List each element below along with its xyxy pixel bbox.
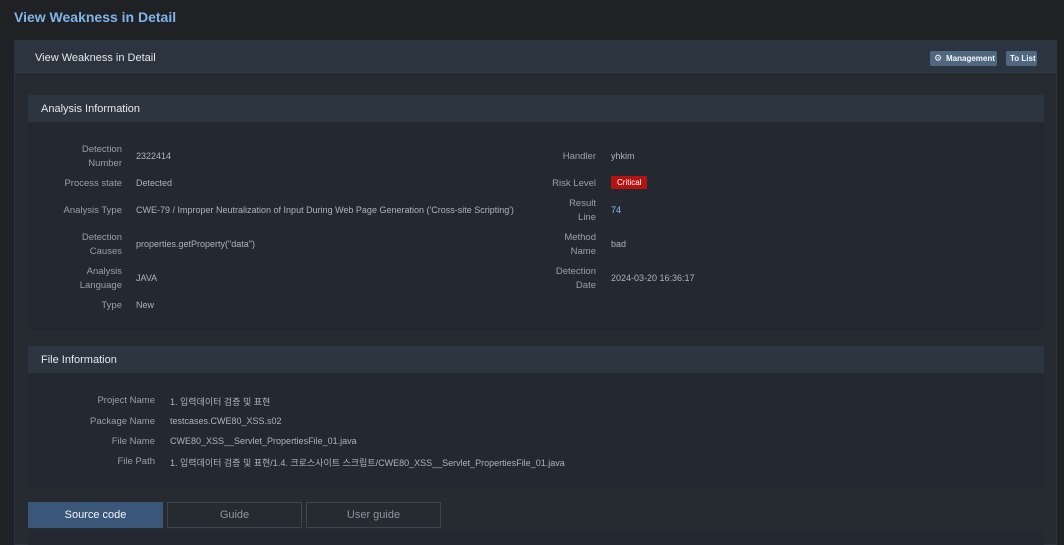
detection-date-value: 2024-03-20 16:36:17	[611, 273, 695, 283]
type-value: New	[136, 300, 155, 310]
detection-number-value: 2322414	[136, 151, 172, 161]
management-button[interactable]: ⚙ Management	[930, 51, 997, 66]
tab-user-guide[interactable]: User guide	[306, 502, 441, 528]
handler-value: yhkim	[611, 151, 635, 161]
label-line: Result	[569, 198, 596, 209]
method-name-value: bad	[611, 239, 627, 249]
label-line: Line	[578, 211, 596, 223]
page-title: View Weakness in Detail	[14, 9, 177, 25]
file-name-value: CWE80_XSS__Servlet_PropertiesFile_01.jav…	[170, 436, 357, 446]
tab-source-code[interactable]: Source code	[28, 502, 163, 528]
tab-content-area	[28, 531, 1044, 545]
detection-causes-label: Detection Causes	[48, 231, 122, 258]
analysis-language-value: JAVA	[136, 273, 158, 283]
management-label: Management	[946, 54, 995, 63]
package-name-label: Package Name	[90, 416, 155, 427]
detection-date-label: Detection Date	[508, 265, 596, 292]
label-line: Language	[79, 279, 122, 291]
weakness-detail-panel: View Weakness in Detail ⚙ Management To L…	[14, 40, 1057, 545]
label-line: Name	[570, 245, 596, 257]
type-label: Type	[101, 300, 122, 311]
panel-title: View Weakness in Detail	[35, 52, 156, 64]
package-name-value: testcases.CWE80_XSS.s02	[170, 416, 282, 426]
file-section-title: File Information	[41, 354, 117, 366]
label-line: Method	[564, 232, 596, 243]
analysis-language-label: Analysis Language	[48, 265, 122, 292]
to-list-button[interactable]: To List	[1006, 51, 1037, 66]
result-line-label: Result Line	[508, 197, 596, 224]
process-state-value: Detected	[136, 178, 173, 188]
label-line: Analysis	[86, 266, 122, 277]
label-line: Detection	[555, 266, 596, 277]
label-line: Detection	[81, 232, 122, 243]
handler-label: Handler	[562, 151, 596, 162]
file-section-header: File Information	[28, 346, 1044, 373]
detection-number-label: Detection Number	[48, 143, 122, 170]
panel-header: View Weakness in Detail ⚙ Management To L…	[15, 41, 1056, 75]
result-line-link[interactable]: 74	[611, 205, 621, 215]
risk-level-badge: Critical	[611, 176, 648, 189]
file-path-label: File Path	[117, 456, 156, 467]
process-state-label: Process state	[64, 178, 122, 189]
method-name-label: Method Name	[508, 231, 596, 258]
analysis-type-value: CWE-79 / Improper Neutralization of Inpu…	[136, 205, 514, 215]
risk-level-label: Risk Level	[552, 178, 596, 189]
file-information-section: File Information Project Name 1. 입력데이터 검…	[28, 346, 1044, 488]
detection-causes-value: properties.getProperty("data")	[136, 239, 255, 249]
file-path-value: 1. 입력데이터 검증 및 표현/1.4. 크로스사이트 스크립트/CWE80_…	[170, 458, 565, 468]
project-name-value: 1. 입력데이터 검증 및 표현	[170, 397, 271, 407]
label-line: Detection	[81, 144, 122, 155]
analysis-section-header: Analysis Information	[28, 95, 1044, 122]
analysis-type-label: Analysis Type	[63, 205, 122, 216]
label-line: Number	[88, 157, 122, 169]
project-name-label: Project Name	[97, 395, 155, 406]
analysis-section-title: Analysis Information	[41, 103, 141, 115]
file-name-label: File Name	[111, 436, 155, 447]
tab-guide[interactable]: Guide	[167, 502, 302, 528]
label-line: Causes	[89, 245, 122, 257]
gear-icon: ⚙	[934, 53, 943, 63]
label-line: Date	[575, 279, 596, 291]
analysis-information-section: Analysis Information Detection Number 23…	[28, 95, 1044, 331]
